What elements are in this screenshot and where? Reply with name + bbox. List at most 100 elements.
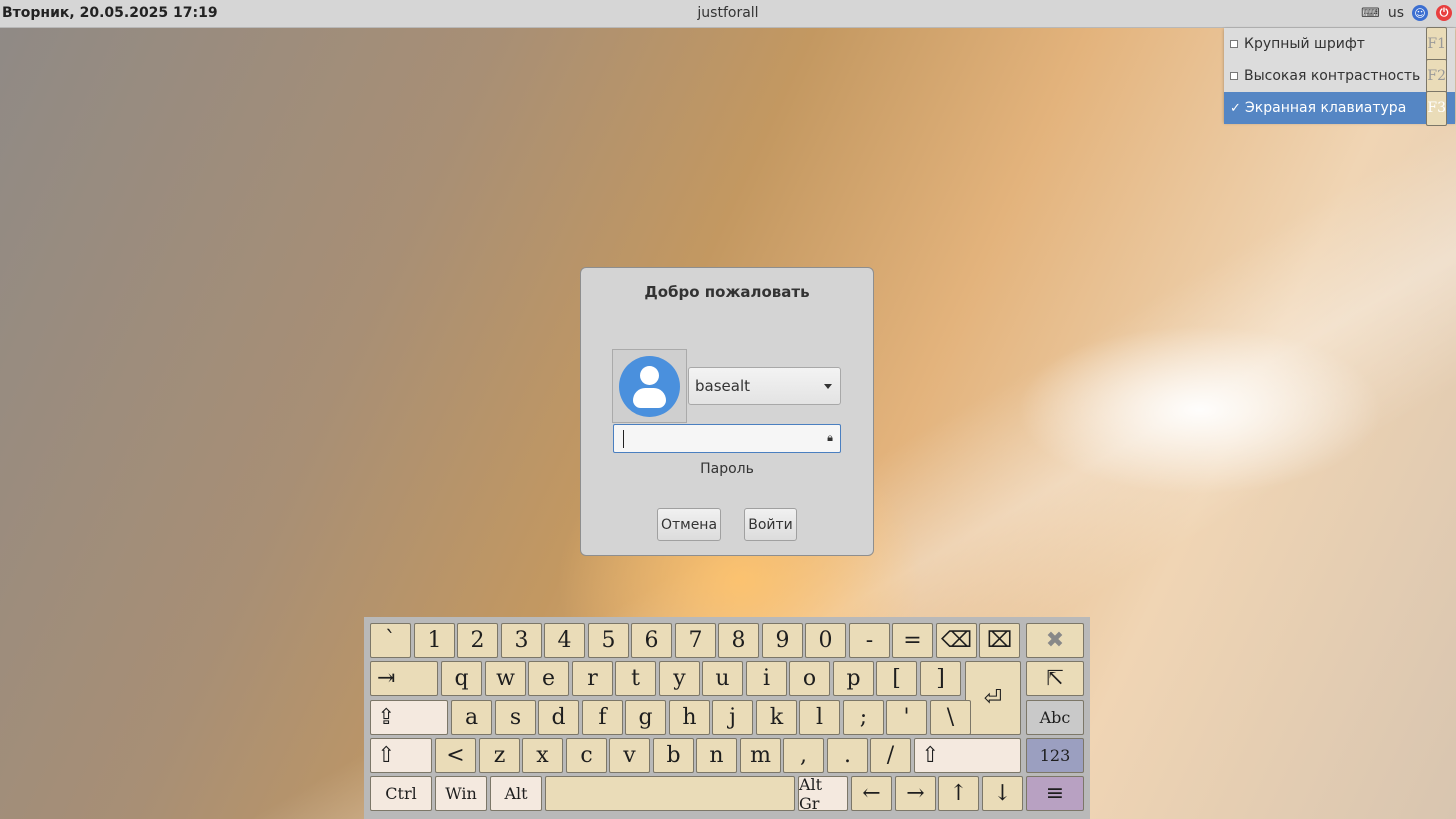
key-win[interactable]: Win [435,776,487,811]
key-backtick[interactable]: ` [370,623,411,658]
key-j[interactable]: j [712,700,753,735]
key-comma[interactable]: , [783,738,824,773]
password-label: Пароль [700,461,754,477]
key-altgr[interactable]: Alt Gr [798,775,848,813]
cancel-button[interactable]: Отмена [657,508,721,541]
onscreen-keyboard: ` 1 2 3 4 5 6 7 8 9 0 - = ⌫ ⌧ ⇥ q w e r … [364,617,1090,819]
avatar [612,349,687,423]
pointer-icon[interactable]: ⇱ [1026,661,1084,696]
key-8[interactable]: 8 [718,623,759,658]
chevron-down-icon [824,384,832,389]
key-semicolon[interactable]: ; [843,700,884,735]
keyboard-icon[interactable]: ⌨ [1361,6,1380,21]
key-m[interactable]: m [740,738,781,773]
key-minus[interactable]: - [849,623,890,658]
menu-icon[interactable]: ≡ [1026,776,1084,811]
hostname: justforall [697,5,759,21]
key-right-bracket[interactable]: ] [920,661,961,696]
close-keyboard-icon[interactable]: ✖ [1026,623,1084,658]
shortcut-label: F2 [1426,58,1447,94]
key-6[interactable]: 6 [631,623,672,658]
user-avatar-icon [619,356,680,417]
menu-item-large-font[interactable]: Крупный шрифт F1 [1224,26,1455,62]
shortcut-label: F1 [1426,26,1447,62]
layout-123-button[interactable]: 123 [1026,738,1084,773]
key-left-shift-icon[interactable]: ⇧ [370,738,432,773]
key-e[interactable]: e [528,661,569,696]
key-h[interactable]: h [669,700,710,735]
accessibility-menu: Крупный шрифт F1 Высокая контрастность F… [1224,26,1455,126]
key-less-than[interactable]: < [435,738,476,773]
checkmark-icon: ✓ [1230,100,1241,116]
key-w[interactable]: w [485,661,526,696]
key-left-bracket[interactable]: [ [876,661,917,696]
key-t[interactable]: t [615,661,656,696]
password-field[interactable]: 🔒︎ [613,424,841,453]
key-2[interactable]: 2 [457,623,498,658]
checkbox-icon [1230,72,1238,80]
key-slash[interactable]: / [870,738,911,773]
key-q[interactable]: q [441,661,482,696]
key-s[interactable]: s [495,700,536,735]
top-panel: Вторник, 20.05.2025 17:19 justforall ⌨ u… [0,0,1456,28]
key-4[interactable]: 4 [544,623,585,658]
key-i[interactable]: i [746,661,787,696]
key-f[interactable]: f [582,700,623,735]
key-v[interactable]: v [609,738,650,773]
key-7[interactable]: 7 [675,623,716,658]
key-capslock-icon[interactable]: ⇪ [370,700,448,735]
key-right-shift-icon[interactable]: ⇧ [914,738,1021,773]
accessibility-icon[interactable]: ☺ [1412,5,1428,21]
key-delete-icon[interactable]: ⌧ [979,623,1020,658]
layout-abc-button[interactable]: Abc [1026,700,1084,735]
key-left-arrow-icon[interactable]: ← [851,776,892,811]
key-a[interactable]: a [451,700,492,735]
menu-item-high-contrast[interactable]: Высокая контрастность F2 [1224,58,1455,94]
key-3[interactable]: 3 [501,623,542,658]
menu-item-onscreen-keyboard[interactable]: ✓ Экранная клавиатура F3 [1224,90,1455,126]
key-backspace-icon[interactable]: ⌫ [936,623,977,658]
key-p[interactable]: p [833,661,874,696]
key-o[interactable]: o [789,661,830,696]
key-c[interactable]: c [566,738,607,773]
key-equals[interactable]: = [892,623,933,658]
menu-item-label: Высокая контрастность [1244,68,1421,84]
login-dialog: Добро пожаловать basealt 🔒︎ Пароль Отмен… [580,267,874,556]
key-5[interactable]: 5 [588,623,629,658]
key-ctrl[interactable]: Ctrl [370,776,432,811]
key-r[interactable]: r [572,661,613,696]
key-1[interactable]: 1 [414,623,455,658]
key-u[interactable]: u [702,661,743,696]
system-tray: ⌨ us ☺ ⏻ [1361,5,1452,21]
key-space[interactable] [545,776,795,811]
login-button[interactable]: Войти [744,508,797,541]
key-period[interactable]: . [827,738,868,773]
checkbox-icon [1230,40,1238,48]
key-d[interactable]: d [538,700,579,735]
keyboard-layout[interactable]: us [1388,5,1404,21]
key-l[interactable]: l [799,700,840,735]
key-g[interactable]: g [625,700,666,735]
key-x[interactable]: x [522,738,563,773]
key-b[interactable]: b [653,738,694,773]
key-9[interactable]: 9 [762,623,803,658]
key-tab-icon[interactable]: ⇥ [370,661,438,696]
key-0[interactable]: 0 [805,623,846,658]
key-z[interactable]: z [479,738,520,773]
lock-icon: 🔒︎ [827,431,833,444]
user-select[interactable]: basealt [688,367,841,405]
key-right-arrow-icon[interactable]: → [895,776,936,811]
key-n[interactable]: n [696,738,737,773]
power-icon[interactable]: ⏻ [1436,5,1452,21]
key-k[interactable]: k [756,700,797,735]
key-alt[interactable]: Alt [490,776,542,811]
key-apostrophe[interactable]: ' [886,700,927,735]
key-backslash[interactable]: \ [930,700,971,735]
shortcut-label: F3 [1426,90,1447,126]
key-y[interactable]: y [659,661,700,696]
password-input[interactable] [614,425,812,452]
menu-item-label: Экранная клавиатура [1245,100,1407,116]
key-enter-icon[interactable]: ⏎ [965,661,1021,735]
key-up-arrow-icon[interactable]: ↑ [938,776,979,811]
key-down-arrow-icon[interactable]: ↓ [982,776,1023,811]
